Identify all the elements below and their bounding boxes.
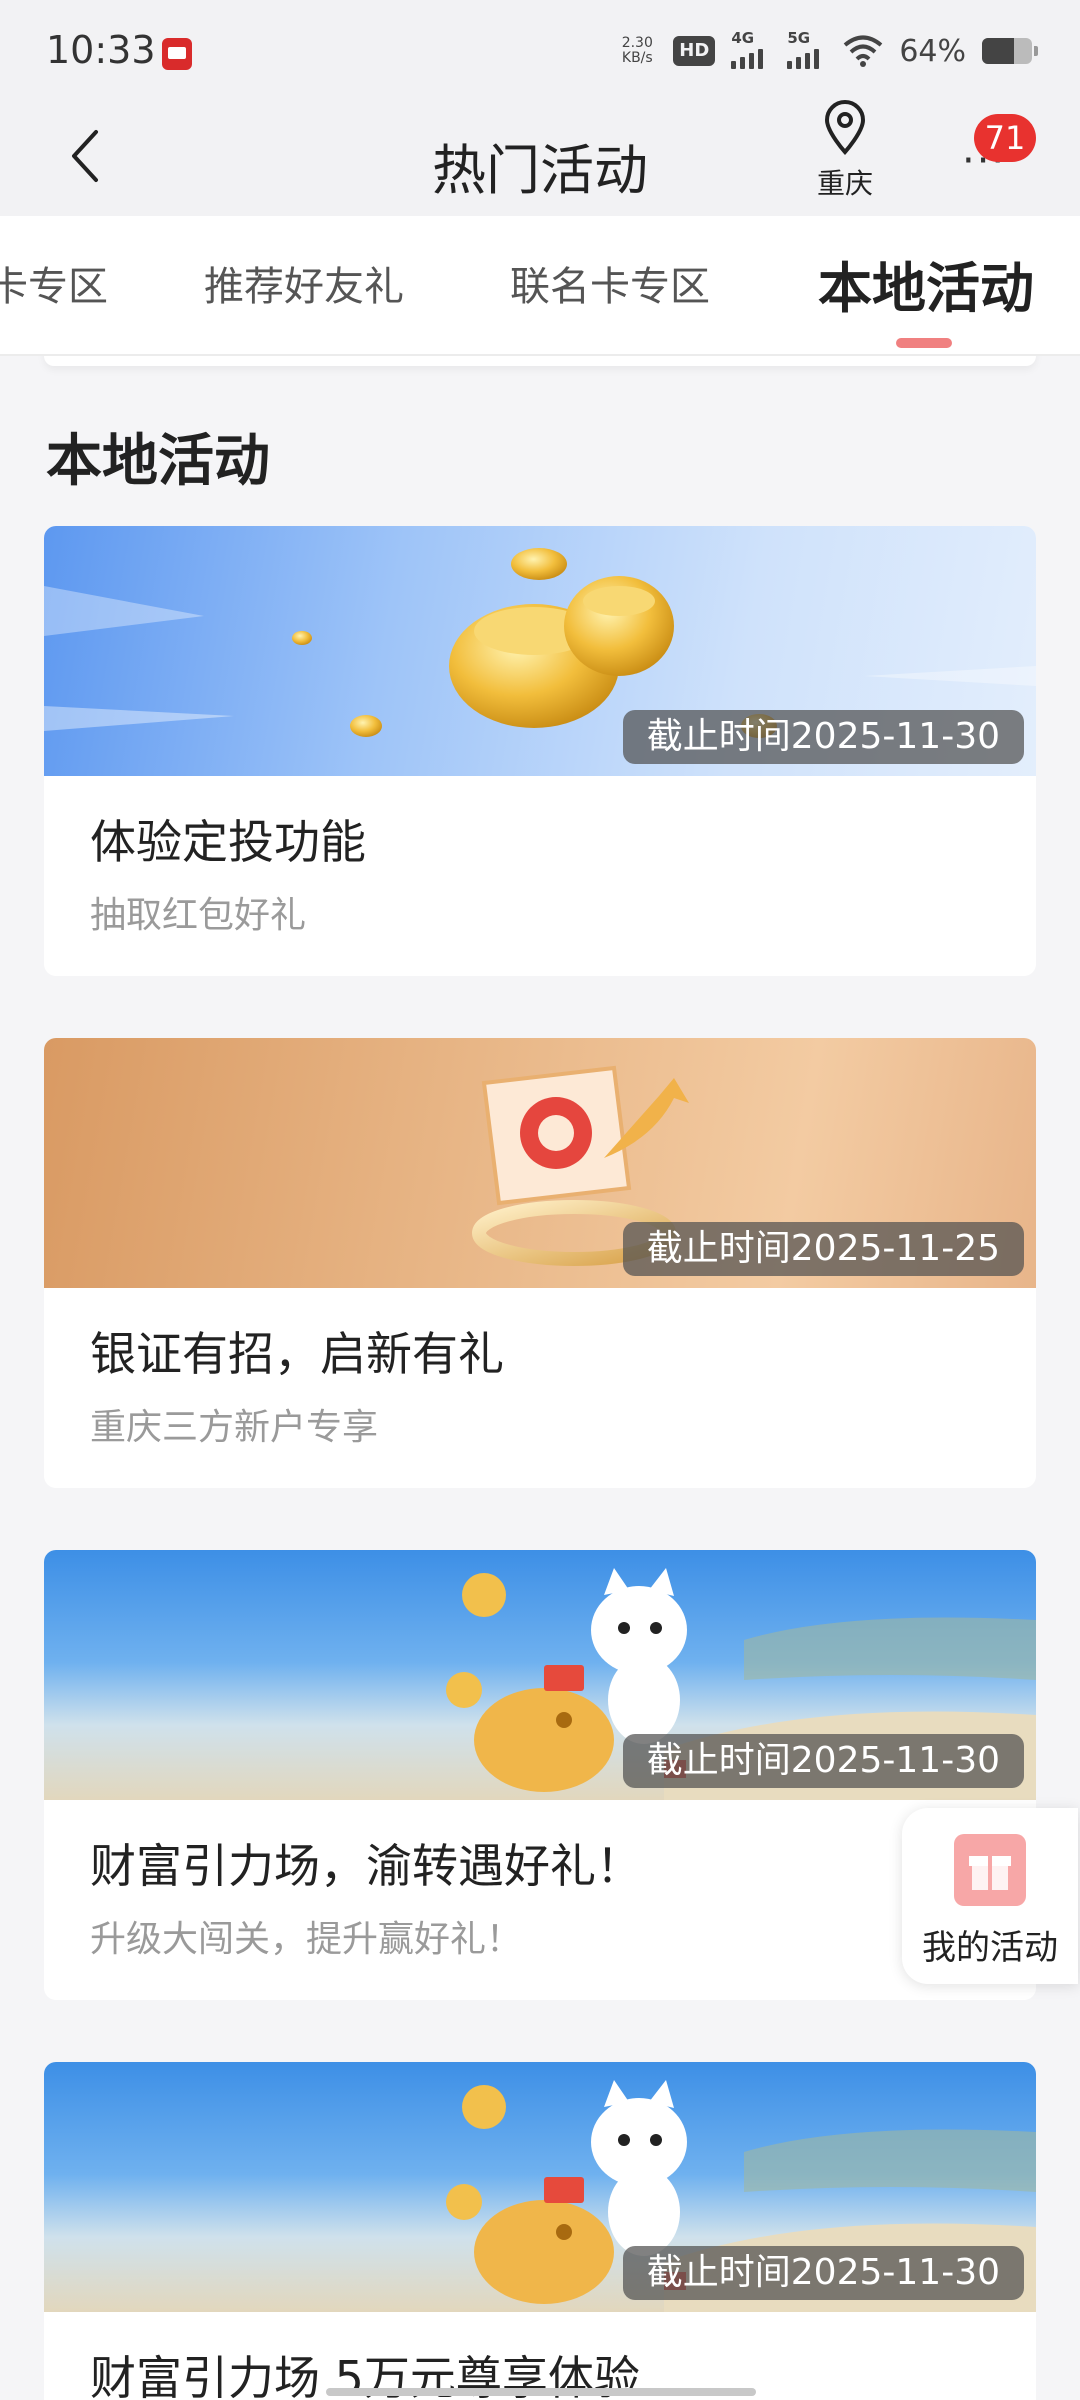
card-subtitle: 重庆三方新户专享 [90, 1407, 379, 1448]
card-banner-card-ring: 截止时间2025-11-25 [44, 1038, 1036, 1288]
tab-referral-gift[interactable]: 推荐好友礼 [204, 254, 404, 312]
battery-icon [982, 38, 1038, 64]
status-icons: 2.30 KB/s HD 4G 5G 64% [617, 26, 1038, 76]
deadline-tag: 截止时间2025-11-30 [622, 1734, 1024, 1788]
battery-percent: 64% [899, 33, 966, 69]
net-speed-value: 2.30 [621, 35, 653, 51]
location-label: 重庆 [816, 167, 873, 200]
notification-badge: 71 [974, 114, 1036, 162]
activity-card[interactable]: 截止时间2025-11-30 财富引力场，渝转遇好礼！ 升级大闯关，提升赢好礼！ [44, 1550, 1036, 2000]
card-title: 体验定投功能 [90, 815, 366, 869]
my-activities-button[interactable]: 我的活动 [902, 1808, 1078, 1984]
activity-card[interactable]: 截止时间2025-11-30 体验定投功能 抽取红包好礼 [44, 526, 1036, 976]
activity-list[interactable]: 本地活动 截止时间2025-11-30 体验定投功能 抽取红包好礼 截止时间20… [0, 356, 1080, 2400]
signal-icon: 4G [731, 29, 771, 69]
card-title: 财富引力场，渝转遇好礼！ [90, 1839, 642, 1893]
hd-icon: HD [673, 36, 716, 66]
tab-co-branded-card[interactable]: 联名卡专区 [510, 254, 710, 312]
card-title: 银证有招，启新有礼 [90, 1327, 504, 1381]
activity-card[interactable]: 截止时间2025-11-30 财富引力场 5万元尊享体验 [44, 2062, 1036, 2400]
signal-5g-label: 5G [787, 29, 811, 47]
previous-card-edge [44, 356, 1036, 366]
tab-card-zone[interactable]: 卡专区 [0, 254, 108, 312]
net-speed: 2.30 KB/s [617, 36, 657, 66]
home-indicator[interactable] [326, 2388, 756, 2396]
status-bar: 10:33 2.30 KB/s HD 4G 5G 64% [0, 0, 1080, 96]
card-banner-gold-ingots: 截止时间2025-11-30 [44, 526, 1036, 776]
battery-fill [982, 38, 1014, 64]
tab-active-indicator [896, 338, 952, 348]
wifi-icon [843, 34, 883, 68]
page-title: 热门活动 [432, 139, 648, 202]
location-button[interactable]: 重庆 [800, 100, 890, 210]
tab-local-activities[interactable]: 本地活动 [818, 244, 1034, 323]
card-subtitle: 抽取红包好礼 [90, 895, 307, 936]
deadline-tag: 截止时间2025-11-30 [622, 2246, 1024, 2300]
app-notification-icon [162, 38, 192, 70]
gift-icon [954, 1834, 1026, 1906]
deadline-tag: 截止时间2025-11-25 [622, 1222, 1024, 1276]
more-button[interactable]: ··· 71 [950, 114, 1036, 206]
location-pin-icon [824, 100, 866, 155]
section-title: 本地活动 [46, 429, 270, 494]
net-speed-unit: KB/s [621, 50, 653, 66]
deadline-tag: 截止时间2025-11-30 [622, 710, 1024, 764]
signal-5g-icon: 5G [787, 29, 827, 69]
card-banner-cat-mascot: 截止时间2025-11-30 [44, 1550, 1036, 1800]
status-time: 10:33 [46, 28, 156, 72]
header: 热门活动 重庆 ··· 71 [0, 96, 1080, 216]
signal-4g-label: 4G [731, 29, 755, 47]
card-subtitle: 升级大闯关，提升赢好礼！ [90, 1919, 523, 1960]
category-tabs: 卡专区 推荐好友礼 联名卡专区 本地活动 [0, 216, 1080, 356]
card-banner-cat-mascot: 截止时间2025-11-30 [44, 2062, 1036, 2312]
my-activities-label: 我的活动 [922, 1928, 1058, 1968]
activity-card[interactable]: 截止时间2025-11-25 银证有招，启新有礼 重庆三方新户专享 [44, 1038, 1036, 1488]
